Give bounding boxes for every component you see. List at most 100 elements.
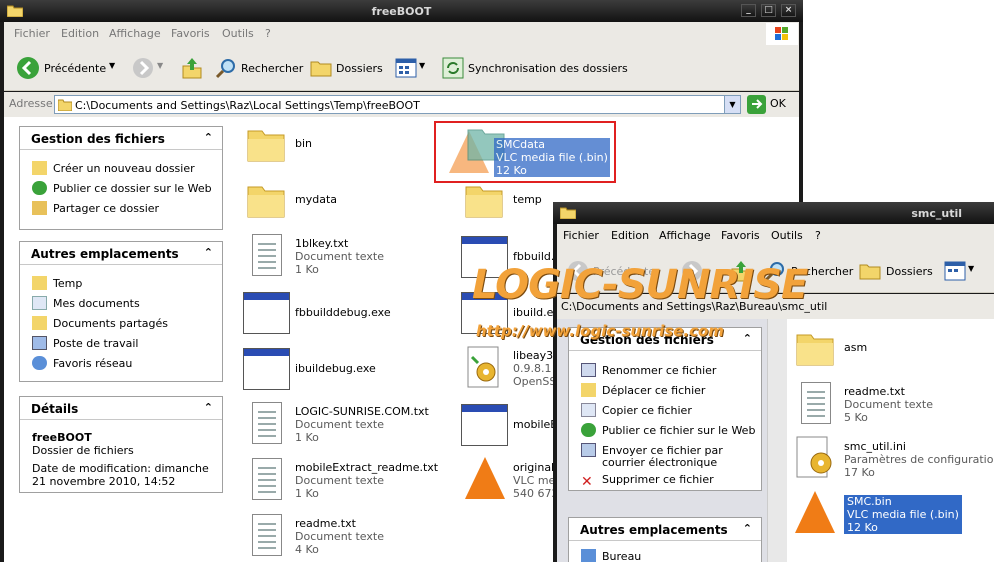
place-network[interactable]: Favoris réseau	[32, 356, 132, 370]
menu-help[interactable]: ?	[815, 229, 821, 242]
menu-edition[interactable]: Edition	[61, 27, 99, 40]
address-input[interactable]: C:\Documents and Settings\Raz\Local Sett…	[54, 95, 741, 114]
task-share-folder[interactable]: Partager ce dossier	[32, 201, 159, 215]
exe-icon[interactable]	[243, 292, 290, 334]
file-readme[interactable]: readme.txt Document texte 4 Ko	[295, 517, 384, 556]
task-delete[interactable]: ✕ Supprimer ce fichier	[581, 473, 714, 489]
task-copy[interactable]: Copier ce fichier	[581, 403, 692, 417]
title-bar[interactable]: smc_util	[553, 202, 994, 224]
search-button[interactable]: Rechercher	[241, 62, 303, 75]
close-button[interactable]: ×	[781, 4, 796, 17]
forward-dropdown-icon[interactable]: ▼	[157, 61, 163, 70]
file-smcdata-dragging[interactable]: SMCdata VLC media file (.bin) 12 Ko	[494, 138, 610, 177]
sync-icon[interactable]	[441, 56, 465, 80]
address-dropdown-icon[interactable]: ▼	[724, 96, 740, 113]
collapse-icon[interactable]: ⌃	[204, 401, 213, 414]
menu-fichier[interactable]: Fichier	[14, 27, 50, 40]
folders-icon[interactable]	[859, 262, 881, 280]
text-file-icon[interactable]	[252, 234, 282, 276]
vlc-cone-icon[interactable]	[465, 457, 505, 499]
minimize-button[interactable]: _	[741, 4, 756, 17]
file-smc-bin[interactable]: SMC.bin VLC media file (.bin) 12 Ko	[844, 495, 962, 534]
menu-affichage[interactable]: Affichage	[109, 27, 161, 40]
task-publish-web[interactable]: Publier ce dossier sur le Web	[32, 181, 212, 195]
folder-icon[interactable]	[246, 125, 286, 163]
file-mobileextract-readme[interactable]: mobileExtract_readme.txt Document texte 1 …	[295, 461, 438, 500]
place-desktop[interactable]: Bureau	[581, 549, 641, 562]
vlc-cone-icon[interactable]	[795, 491, 835, 533]
folders-button[interactable]: Dossiers	[336, 62, 383, 75]
task-publish-web[interactable]: Publier ce fichier sur le Web	[581, 423, 755, 437]
folder-icon[interactable]	[795, 329, 835, 367]
views-icon[interactable]	[395, 58, 417, 78]
place-temp[interactable]: Temp	[32, 276, 82, 290]
file-logic-sunrise[interactable]: LOGIC-SUNRISE.COM.txt Document texte 1 Ko	[295, 405, 429, 444]
file-temp[interactable]: temp	[513, 193, 542, 206]
maximize-button[interactable]: □	[761, 4, 776, 17]
pane-header[interactable]: Autres emplacements ⌃	[569, 518, 761, 541]
text-file-icon[interactable]	[801, 382, 831, 424]
views-icon[interactable]	[944, 261, 966, 281]
go-arrow-icon[interactable]	[747, 95, 766, 114]
details-pane: Détails ⌃ freeBOOT Dossier de fichiers Da…	[19, 396, 223, 493]
views-dropdown-icon[interactable]: ▼	[419, 61, 425, 70]
place-label: Favoris réseau	[53, 357, 133, 370]
file-smc-util-ini[interactable]: smc_util.ini Paramètres de configuration 1…	[844, 440, 994, 479]
folders-button[interactable]: Dossiers	[886, 265, 933, 278]
back-arrow-icon[interactable]	[16, 56, 40, 80]
pane-header[interactable]: Détails ⌃	[20, 397, 222, 420]
file-1blkey[interactable]: 1blkey.txt Document texte 1 Ko	[295, 237, 384, 276]
back-dropdown-icon[interactable]: ▼	[109, 61, 115, 70]
menu-edition[interactable]: Edition	[611, 229, 649, 242]
exe-icon[interactable]	[461, 404, 508, 446]
text-file-icon[interactable]	[252, 514, 282, 556]
pane-header[interactable]: Autres emplacements ⌃	[20, 242, 222, 265]
task-rename[interactable]: Renommer ce fichier	[581, 363, 716, 377]
file-fbbuilddebug[interactable]: fbbuilddebug.exe	[295, 306, 391, 319]
delete-x-icon: ✕	[581, 474, 593, 490]
file-mydata[interactable]: mydata	[295, 193, 337, 206]
forward-arrow-icon[interactable]	[132, 57, 154, 79]
search-icon[interactable]	[215, 57, 237, 79]
menu-fichier[interactable]: Fichier	[563, 229, 599, 242]
text-file-icon[interactable]	[252, 402, 282, 444]
menu-help[interactable]: ?	[265, 27, 271, 40]
title-bar[interactable]: freeBOOT _ □ ×	[0, 0, 803, 22]
task-email[interactable]: Envoyer ce fichier par	[581, 443, 723, 457]
menu-outils[interactable]: Outils	[222, 27, 254, 40]
collapse-icon[interactable]: ⌃	[204, 131, 213, 144]
file-bin[interactable]: bin	[295, 137, 312, 150]
task-move[interactable]: Déplacer ce fichier	[581, 383, 705, 397]
sidebar-scrollbar[interactable]	[767, 319, 787, 562]
menu-favoris[interactable]: Favoris	[721, 229, 760, 242]
place-shared-documents[interactable]: Documents partagés	[32, 316, 168, 330]
pane-header[interactable]: Gestion des fichiers ⌃	[20, 127, 222, 150]
folder-icon[interactable]	[464, 181, 504, 219]
file-readme[interactable]: readme.txt Document texte 5 Ko	[844, 385, 933, 424]
back-button[interactable]: Précédente	[44, 62, 106, 75]
collapse-icon[interactable]: ⌃	[743, 522, 752, 535]
place-my-computer[interactable]: Poste de travail	[32, 336, 138, 350]
collapse-icon[interactable]: ⌃	[743, 332, 752, 345]
menu-favoris[interactable]: Favoris	[171, 27, 210, 40]
place-my-documents[interactable]: Mes documents	[32, 296, 140, 310]
menu-affichage[interactable]: Affichage	[659, 229, 711, 242]
file-ibuilddebug[interactable]: ibuildebug.exe	[295, 362, 376, 375]
task-email-line2[interactable]: courrier électronique	[602, 456, 717, 469]
file-asm[interactable]: asm	[844, 341, 867, 354]
settings-gear-icon[interactable]	[795, 435, 835, 479]
collapse-icon[interactable]: ⌃	[204, 246, 213, 259]
text-file-icon[interactable]	[252, 458, 282, 500]
exe-icon[interactable]	[243, 348, 290, 390]
sync-button[interactable]: Synchronisation des dossiers	[468, 62, 628, 75]
views-dropdown-icon[interactable]: ▼	[968, 264, 974, 273]
dll-gear-icon[interactable]	[466, 345, 502, 389]
folders-icon[interactable]	[310, 59, 332, 77]
menu-outils[interactable]: Outils	[771, 229, 803, 242]
task-new-folder[interactable]: Créer un nouveau dossier	[32, 161, 195, 175]
go-button[interactable]: OK	[770, 97, 786, 110]
window-title: smc_util	[911, 207, 962, 220]
place-label: Temp	[53, 277, 83, 290]
folder-up-icon[interactable]	[181, 56, 203, 80]
folder-icon[interactable]	[246, 181, 286, 219]
